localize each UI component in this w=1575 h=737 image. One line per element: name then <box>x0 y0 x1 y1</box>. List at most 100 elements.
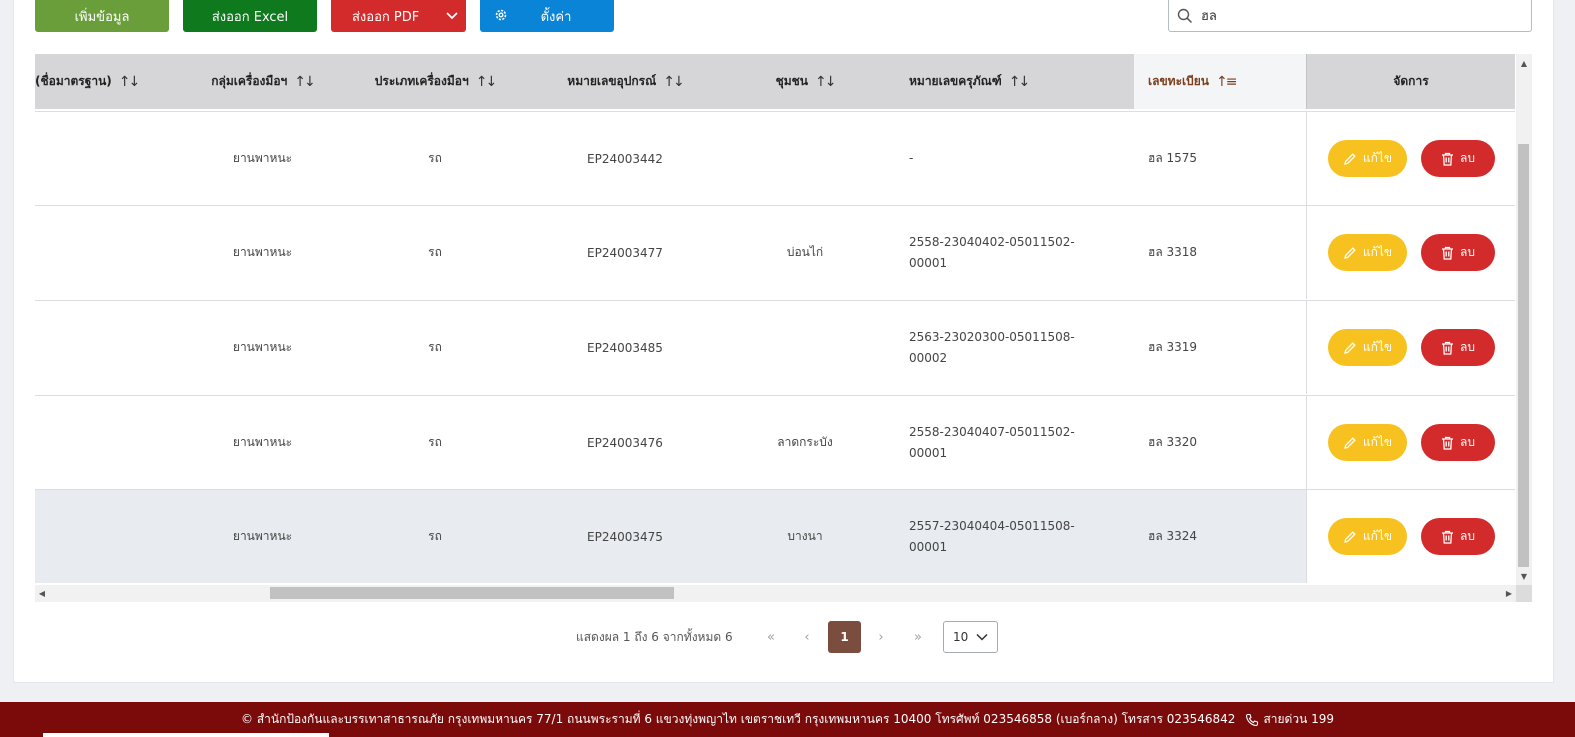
column-header-group[interactable]: กลุ่มเครื่องมือฯ ↑↓ <box>190 54 335 109</box>
data-table: (ชื่อมาตรฐาน) ↑↓ กลุ่มเครื่องมือฯ ↑↓ ประเภ… <box>35 54 1532 602</box>
scroll-right-icon[interactable]: ▶ <box>1502 585 1516 602</box>
edit-button[interactable]: แก้ไข <box>1328 329 1407 366</box>
table-row: ยานพาหนะ รถ EP24003475 บางนา 2557-230404… <box>35 489 1515 583</box>
row-actions: แก้ไข ลบ <box>1306 206 1515 299</box>
sort-icon[interactable]: ↑↓ <box>815 74 837 90</box>
settings-button[interactable]: ตั้งค่า <box>480 0 614 32</box>
add-data-label: เพิ่มข้อมูล <box>74 9 130 25</box>
delete-button[interactable]: ลบ <box>1421 140 1495 177</box>
trash-icon <box>1442 341 1453 355</box>
row-actions: แก้ไข ลบ <box>1306 301 1515 394</box>
edit-button[interactable]: แก้ไข <box>1328 518 1407 555</box>
delete-label: ลบ <box>1460 435 1475 449</box>
cell-community: ลาดกระบัง <box>777 435 833 449</box>
pencil-icon <box>1344 246 1356 259</box>
delete-button[interactable]: ลบ <box>1421 424 1495 461</box>
edit-label: แก้ไข <box>1362 340 1393 354</box>
cell-equipment-no: EP24003475 <box>587 529 663 544</box>
column-header-label: หมายเลขครุภัณฑ์ <box>909 74 1002 88</box>
cell-registration: ฮล 3319 <box>1148 340 1198 354</box>
cell-type: รถ <box>428 151 442 165</box>
edit-button[interactable]: แก้ไข <box>1328 140 1407 177</box>
next-page-icon[interactable]: › <box>874 620 888 654</box>
delete-label: ลบ <box>1460 340 1475 354</box>
column-header-standard-name[interactable]: (ชื่อมาตรฐาน) ↑↓ <box>35 54 145 109</box>
vertical-scrollbar[interactable]: ▲ ▼ <box>1516 54 1532 585</box>
scroll-up-icon[interactable]: ▲ <box>1516 56 1532 70</box>
sort-icon[interactable]: ↑↓ <box>1009 74 1031 90</box>
column-header-registration[interactable]: เลขทะเบียน ↑≡ <box>1134 54 1306 109</box>
cell-equipment-no: EP24003485 <box>587 340 663 355</box>
export-pdf-label: ส่งออก PDF <box>352 9 420 25</box>
delete-label: ลบ <box>1460 151 1475 165</box>
cell-equipment-no: EP24003477 <box>587 245 663 260</box>
column-header-community[interactable]: ชุมชน ↑↓ <box>745 54 865 109</box>
export-excel-button[interactable]: ส่งออก Excel <box>183 0 317 32</box>
column-header-label: กลุ่มเครื่องมือฯ <box>211 74 288 88</box>
column-header-actions: จัดการ <box>1306 54 1515 109</box>
row-actions: แก้ไข ลบ <box>1306 396 1515 489</box>
table-row: ยานพาหนะ รถ EP24003476 ลาดกระบัง 2558-23… <box>35 395 1515 489</box>
page-size-value: 10 <box>953 630 969 644</box>
horizontal-scrollbar[interactable]: ◀ ▶ <box>35 585 1516 602</box>
column-header-label: ประเภทเครื่องมือฯ <box>374 74 469 88</box>
pencil-icon <box>1344 152 1356 165</box>
sort-icon[interactable]: ↑↓ <box>294 74 316 90</box>
pencil-icon <box>1344 530 1356 543</box>
cell-asset-no: 2563-23020300-05011508- 00002 <box>909 329 1075 365</box>
delete-button[interactable]: ลบ <box>1421 234 1495 271</box>
table-row: ยานพาหนะ รถ EP24003477 บ่อนไก่ 2558-2304… <box>35 205 1515 299</box>
chevron-down-icon[interactable] <box>438 0 466 32</box>
footer: © สำนักป้องกันและบรรเทาสาธารณภัย กรุงเทพ… <box>0 702 1575 737</box>
cell-type: รถ <box>428 529 442 543</box>
column-header-equipment-no[interactable]: หมายเลขอุปกรณ์ ↑↓ <box>550 54 700 109</box>
page-size-select[interactable]: 10 <box>943 621 998 653</box>
cell-equipment-no: EP24003442 <box>587 151 663 166</box>
table-header: (ชื่อมาตรฐาน) ↑↓ กลุ่มเครื่องมือฯ ↑↓ ประเภ… <box>35 54 1515 109</box>
edit-button[interactable]: แก้ไข <box>1328 234 1407 271</box>
sort-icon[interactable]: ↑↓ <box>119 74 141 90</box>
export-excel-label: ส่งออก Excel <box>211 9 289 25</box>
cell-equipment-no: EP24003476 <box>587 435 663 450</box>
edit-label: แก้ไข <box>1362 151 1393 165</box>
sort-asc-icon[interactable]: ↑≡ <box>1216 74 1238 90</box>
cell-registration: ฮล 3320 <box>1148 435 1198 449</box>
delete-button[interactable]: ลบ <box>1421 518 1495 555</box>
first-page-icon[interactable]: « <box>762 620 780 654</box>
search-box[interactable] <box>1168 0 1532 32</box>
delete-button[interactable]: ลบ <box>1421 329 1495 366</box>
last-page-icon[interactable]: » <box>909 620 927 654</box>
trash-icon <box>1442 436 1453 450</box>
cell-community <box>745 301 865 394</box>
cell-community: บ่อนไก่ <box>786 245 824 259</box>
cell-group: ยานพาหนะ <box>232 245 293 259</box>
sort-icon[interactable]: ↑↓ <box>663 74 685 90</box>
cell-type: รถ <box>428 340 442 354</box>
edit-button[interactable]: แก้ไข <box>1328 424 1407 461</box>
page-button-current[interactable]: 1 <box>828 621 861 653</box>
cell-registration: ฮล 1575 <box>1148 151 1198 165</box>
column-header-type[interactable]: ประเภทเครื่องมือฯ ↑↓ <box>360 54 510 109</box>
scrollbar-corner <box>1516 585 1532 602</box>
column-header-asset-no[interactable]: หมายเลขครุภัณฑ์ ↑↓ <box>900 54 1050 109</box>
footer-text: © สำนักป้องกันและบรรเทาสาธารณภัย กรุงเทพ… <box>241 712 1236 726</box>
vertical-scroll-thumb[interactable] <box>1518 144 1529 567</box>
trash-icon <box>1442 530 1453 544</box>
column-header-label: เลขทะเบียน <box>1148 74 1209 88</box>
horizontal-scroll-thumb[interactable] <box>270 587 674 599</box>
row-actions: แก้ไข ลบ <box>1306 112 1515 205</box>
cell-type: รถ <box>428 245 442 259</box>
edit-label: แก้ไข <box>1362 245 1393 259</box>
scroll-down-icon[interactable]: ▼ <box>1516 569 1532 583</box>
sort-icon[interactable]: ↑↓ <box>476 74 498 90</box>
cell-community: บางนา <box>787 529 823 543</box>
export-pdf-button[interactable]: ส่งออก PDF <box>331 0 466 32</box>
add-data-button[interactable]: เพิ่มข้อมูล <box>35 0 169 32</box>
prev-page-icon[interactable]: ‹ <box>800 620 814 654</box>
edit-label: แก้ไข <box>1362 529 1393 543</box>
scroll-left-icon[interactable]: ◀ <box>35 585 49 602</box>
pagination-info: แสดงผล 1 ถึง 6 จากทั้งหมด 6 <box>576 629 733 644</box>
search-input[interactable] <box>1199 7 1523 24</box>
cell-group: ยานพาหนะ <box>232 529 293 543</box>
phone-icon <box>1245 713 1259 727</box>
